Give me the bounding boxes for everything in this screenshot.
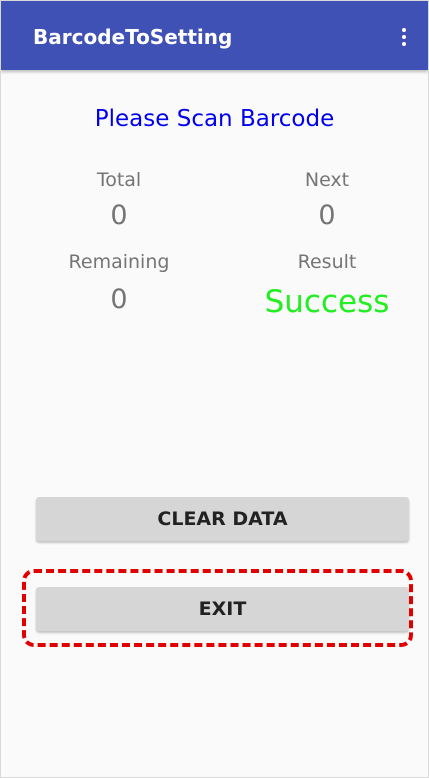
menu-dot [402,42,406,46]
clear-data-button[interactable]: CLEAR DATA [36,497,409,541]
result-value: Success [264,284,390,320]
remaining-value: 0 [110,284,128,315]
more-vert-icon[interactable] [390,21,418,53]
menu-dot [402,28,406,32]
app-title: BarcodeToSetting [33,25,233,49]
app-screen: BarcodeToSetting Please Scan Barcode Tot… [0,0,429,778]
total-value: 0 [110,200,128,231]
result-label: Result [297,251,357,273]
next-value: 0 [318,200,336,231]
remaining-label: Remaining [68,251,170,273]
app-bar: BarcodeToSetting [1,1,428,70]
scan-prompt: Please Scan Barcode [94,106,335,132]
menu-dot [402,35,406,39]
next-label: Next [304,169,350,191]
exit-button[interactable]: EXIT [36,587,409,631]
total-label: Total [96,169,142,191]
